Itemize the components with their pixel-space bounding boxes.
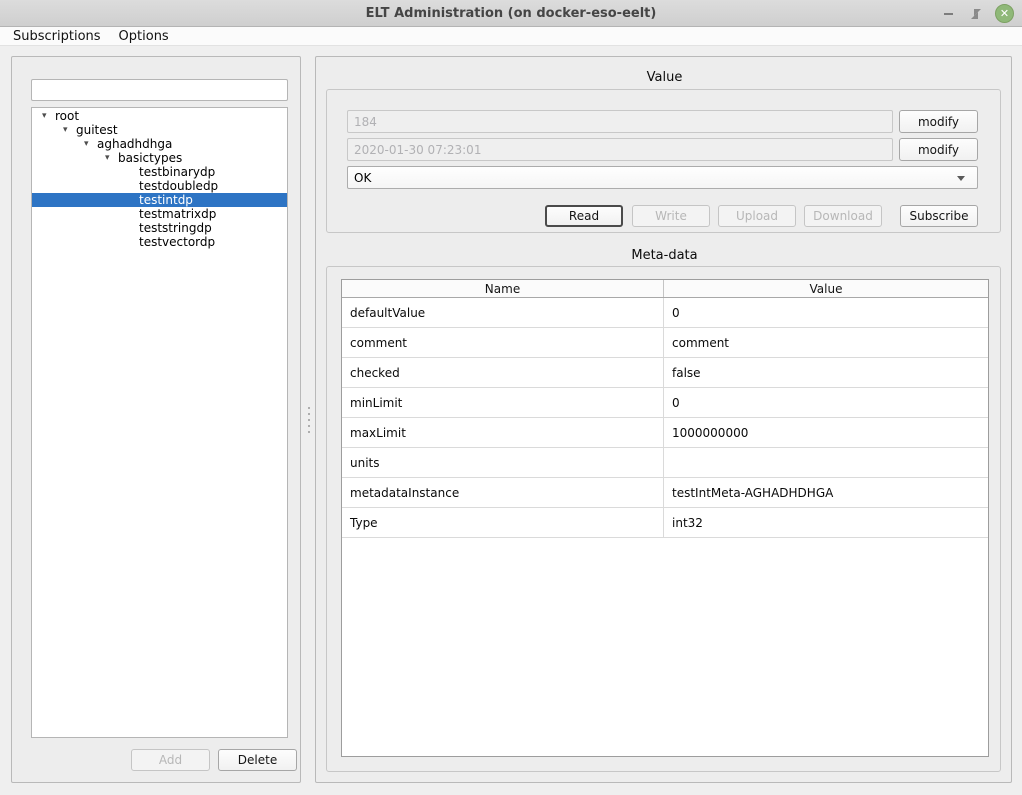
tree-item-testbinarydp[interactable]: testbinarydp xyxy=(32,165,287,179)
cell-value: 0 xyxy=(664,298,988,327)
tree-item-testintdp[interactable]: testintdp xyxy=(32,193,287,207)
table-row[interactable]: Typeint32 xyxy=(342,508,988,538)
cell-name: maxLimit xyxy=(342,418,664,447)
cell-name: units xyxy=(342,448,664,477)
table-row[interactable]: maxLimit1000000000 xyxy=(342,418,988,448)
modify-value-button[interactable]: modify xyxy=(899,110,978,133)
tree-item-label: testdoubledp xyxy=(139,179,218,193)
cell-value xyxy=(664,448,988,477)
value-field[interactable] xyxy=(347,110,893,133)
column-header-value[interactable]: Value xyxy=(664,280,988,297)
metadata-table: Name Value defaultValue0commentcommentch… xyxy=(341,279,989,757)
datapoint-browser-panel: ▾root▾guitest▾aghadhdhga▾basictypestestb… xyxy=(11,56,301,783)
tree-item-testdoubledp[interactable]: testdoubledp xyxy=(32,179,287,193)
minimize-icon xyxy=(944,13,953,15)
close-button[interactable]: ✕ xyxy=(995,4,1014,23)
tree-item-label: guitest xyxy=(76,123,118,137)
menu-options[interactable]: Options xyxy=(110,27,178,46)
table-row[interactable]: checkedfalse xyxy=(342,358,988,388)
cell-value: comment xyxy=(664,328,988,357)
window-title: ELT Administration (on docker-eso-eelt) xyxy=(366,6,657,21)
cell-value: 1000000000 xyxy=(664,418,988,447)
detail-panel: Value modify modify OK Read Write Upload Do… xyxy=(315,56,1012,783)
value-group-title: Value xyxy=(316,70,1013,85)
add-button[interactable]: Add xyxy=(131,749,210,771)
expander-icon[interactable]: ▾ xyxy=(63,123,76,137)
tree-item-label: testintdp xyxy=(139,193,193,207)
tree-item-aghadhdhga[interactable]: ▾aghadhdhga xyxy=(32,137,287,151)
cell-value: false xyxy=(664,358,988,387)
download-button[interactable]: Download xyxy=(804,205,882,227)
expander-icon[interactable]: ▾ xyxy=(42,109,55,123)
timestamp-field[interactable] xyxy=(347,138,893,161)
tree-item-label: aghadhdhga xyxy=(97,137,172,151)
cell-value: int32 xyxy=(664,508,988,537)
table-row[interactable]: metadataInstancetestIntMeta-AGHADHDHGA xyxy=(342,478,988,508)
subscribe-button[interactable]: Subscribe xyxy=(900,205,978,227)
elt-administration-window: ELT Administration (on docker-eso-eelt) … xyxy=(0,0,1022,795)
minimize-button[interactable] xyxy=(939,5,957,23)
cell-value: 0 xyxy=(664,388,988,417)
value-groupbox: modify modify OK Read Write Upload Download… xyxy=(326,89,1001,233)
quality-dropdown-value: OK xyxy=(354,171,371,185)
tree-item-basictypes[interactable]: ▾basictypes xyxy=(32,151,287,165)
cell-name: defaultValue xyxy=(342,298,664,327)
restore-icon xyxy=(971,9,981,19)
tree-item-label: root xyxy=(55,109,79,123)
table-row[interactable]: commentcomment xyxy=(342,328,988,358)
panel-splitter[interactable] xyxy=(304,56,313,783)
tree-item-guitest[interactable]: ▾guitest xyxy=(32,123,287,137)
metadata-group-title: Meta-data xyxy=(316,248,1013,263)
modify-timestamp-button[interactable]: modify xyxy=(899,138,978,161)
title-bar: ELT Administration (on docker-eso-eelt) … xyxy=(0,0,1022,27)
tree-item-label: basictypes xyxy=(118,151,182,165)
expander-icon[interactable]: ▾ xyxy=(105,151,118,165)
menu-subscriptions[interactable]: Subscriptions xyxy=(4,27,110,46)
cell-value: testIntMeta-AGHADHDHGA xyxy=(664,478,988,507)
upload-button[interactable]: Upload xyxy=(718,205,796,227)
restore-button[interactable] xyxy=(967,5,985,23)
tree-item-teststringdp[interactable]: teststringdp xyxy=(32,221,287,235)
table-row[interactable]: minLimit0 xyxy=(342,388,988,418)
cell-name: metadataInstance xyxy=(342,478,664,507)
tree-item-label: testvectordp xyxy=(139,235,215,249)
menu-bar: Subscriptions Options xyxy=(0,27,1022,46)
metadata-table-header: Name Value xyxy=(342,280,988,298)
tree-item-testmatrixdp[interactable]: testmatrixdp xyxy=(32,207,287,221)
quality-dropdown[interactable]: OK xyxy=(347,166,978,189)
delete-button[interactable]: Delete xyxy=(218,749,297,771)
cell-name: Type xyxy=(342,508,664,537)
column-header-name[interactable]: Name xyxy=(342,280,664,297)
metadata-groupbox: Name Value defaultValue0commentcommentch… xyxy=(326,266,1001,772)
tree-item-label: testbinarydp xyxy=(139,165,215,179)
window-controls: ✕ xyxy=(939,0,1014,27)
chevron-down-icon xyxy=(957,176,965,181)
tree-item-label: teststringdp xyxy=(139,221,212,235)
table-row[interactable]: defaultValue0 xyxy=(342,298,988,328)
write-button[interactable]: Write xyxy=(632,205,710,227)
datapoint-tree: ▾root▾guitest▾aghadhdhga▾basictypestestb… xyxy=(31,107,288,738)
tree-item-label: testmatrixdp xyxy=(139,207,216,221)
cell-name: checked xyxy=(342,358,664,387)
expander-icon[interactable]: ▾ xyxy=(84,137,97,151)
tree-filter-input[interactable] xyxy=(31,79,288,101)
tree-item-testvectordp[interactable]: testvectordp xyxy=(32,235,287,249)
read-button[interactable]: Read xyxy=(545,205,623,227)
table-row[interactable]: units xyxy=(342,448,988,478)
cell-name: comment xyxy=(342,328,664,357)
close-icon: ✕ xyxy=(1000,8,1009,19)
tree-item-root[interactable]: ▾root xyxy=(32,109,287,123)
cell-name: minLimit xyxy=(342,388,664,417)
